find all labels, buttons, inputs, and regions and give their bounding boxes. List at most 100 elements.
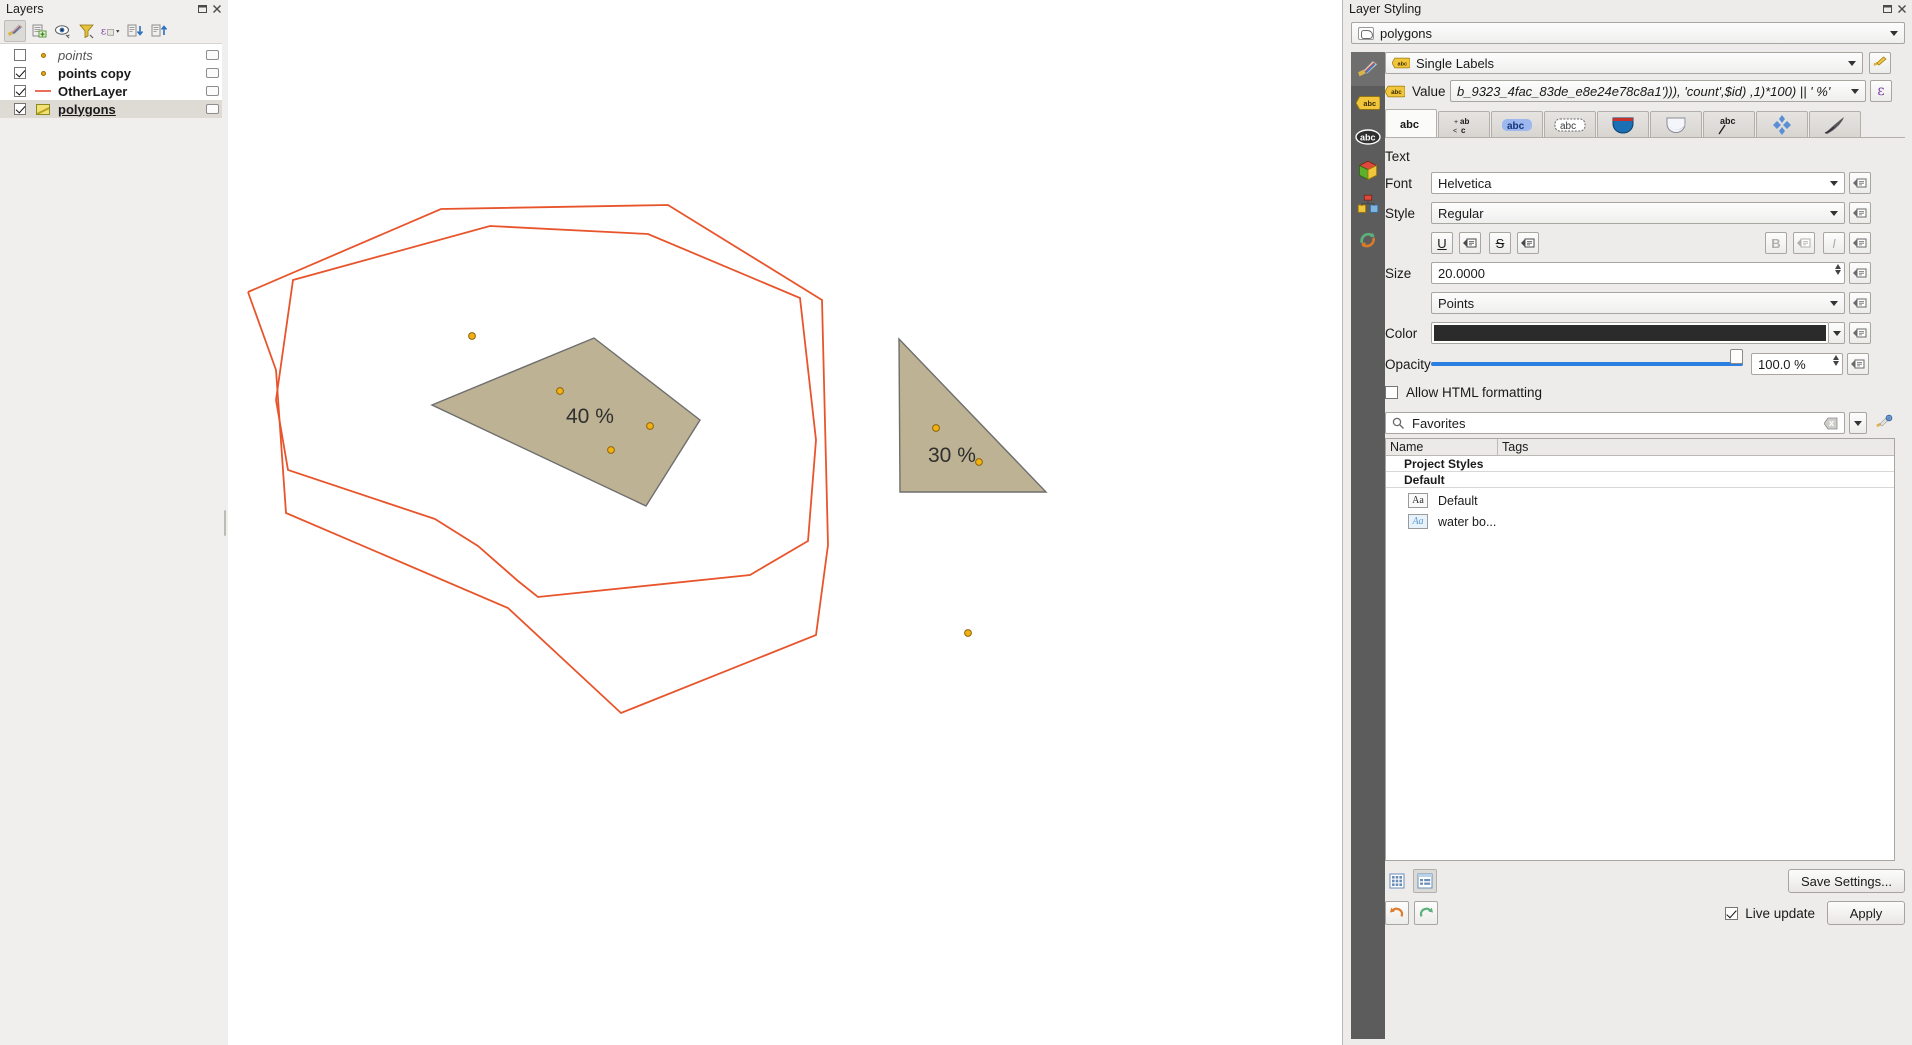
tab-shadow[interactable]	[1650, 111, 1702, 137]
undo-icon[interactable]	[1385, 901, 1409, 925]
layer-visibility-checkbox[interactable]	[14, 49, 26, 61]
layer-edit-indicator[interactable]	[206, 50, 219, 60]
styling-section-strip[interactable]: abc abc	[1351, 52, 1385, 1039]
strikethrough-button[interactable]: S	[1489, 232, 1511, 254]
color-data-defined-button[interactable]	[1849, 322, 1871, 344]
bold-data-defined-button[interactable]	[1793, 232, 1815, 254]
column-header-name[interactable]: Name	[1386, 439, 1498, 455]
italic-button[interactable]: I	[1823, 232, 1845, 254]
labeling-style-manager-button[interactable]	[1869, 52, 1891, 74]
list-view-icon[interactable]	[1413, 869, 1437, 893]
tab-callouts[interactable]: abc	[1703, 111, 1755, 137]
italic-data-defined-button[interactable]	[1849, 232, 1871, 254]
undock-icon[interactable]	[1882, 3, 1894, 15]
size-data-defined-button[interactable]	[1849, 262, 1871, 284]
map-canvas[interactable]: 40 % 30 %	[228, 0, 1342, 1045]
style-combo[interactable]: Regular	[1431, 202, 1845, 224]
layer-visibility-checkbox[interactable]	[14, 103, 26, 115]
opacity-input[interactable]: 100.0 %	[1751, 353, 1843, 375]
filter-legend-expression-icon[interactable]: ε	[100, 20, 122, 42]
color-dropdown-button[interactable]	[1829, 322, 1845, 344]
symbology-paintbrush-icon[interactable]	[1351, 52, 1385, 86]
chevron-down-icon[interactable]	[1826, 173, 1842, 193]
style-row: Style Regular	[1385, 202, 1905, 224]
opacity-stepper[interactable]	[1833, 355, 1839, 366]
manage-map-themes-icon[interactable]	[52, 20, 74, 42]
expand-all-icon[interactable]	[124, 20, 146, 42]
layers-tree[interactable]: points points copy OtherLayer polygons	[0, 44, 227, 118]
strikethrough-data-defined-button[interactable]	[1517, 232, 1539, 254]
style-group-row[interactable]: Default	[1386, 472, 1894, 488]
layer-selector-combo[interactable]: polygons	[1351, 22, 1905, 44]
opacity-slider[interactable]	[1431, 349, 1743, 373]
label-value-label: Value	[1412, 83, 1446, 99]
save-settings-button[interactable]: Save Settings...	[1787, 869, 1905, 893]
history-undo-icon[interactable]	[1351, 222, 1385, 256]
layer-edit-indicator[interactable]	[206, 68, 219, 78]
tab-background[interactable]	[1597, 111, 1649, 137]
layer-row[interactable]: OtherLayer	[0, 82, 227, 100]
style-group-row[interactable]: Project Styles	[1386, 456, 1894, 472]
underline-data-defined-button[interactable]	[1459, 232, 1481, 254]
layer-edit-indicator[interactable]	[206, 104, 219, 114]
filter-legend-icon[interactable]	[76, 20, 98, 42]
style-list-item[interactable]: Aa Default	[1386, 491, 1894, 510]
labels-abc-icon[interactable]: abc	[1351, 86, 1385, 120]
opacity-data-defined-button[interactable]	[1847, 353, 1869, 375]
chevron-down-icon[interactable]	[1826, 293, 1842, 313]
collapse-all-icon[interactable]	[148, 20, 170, 42]
chevron-down-icon[interactable]	[1826, 203, 1842, 223]
size-unit-data-defined-button[interactable]	[1849, 292, 1871, 314]
search-filter-dropdown[interactable]	[1849, 412, 1867, 434]
close-icon[interactable]	[1896, 3, 1908, 15]
search-value: Favorites	[1412, 415, 1466, 431]
layer-visibility-checkbox[interactable]	[14, 67, 26, 79]
chevron-down-icon[interactable]	[1847, 81, 1863, 101]
tab-mask[interactable]: abc	[1544, 111, 1596, 137]
size-stepper[interactable]	[1835, 264, 1841, 275]
live-update-row[interactable]: Live update	[1725, 906, 1815, 921]
font-combo[interactable]: Helvetica	[1431, 172, 1845, 194]
tab-placement[interactable]	[1756, 111, 1808, 137]
labeling-mode-combo[interactable]: abc Single Labels	[1385, 52, 1863, 74]
labeling-tabs[interactable]: abc + ab < c abc abc abc	[1385, 109, 1905, 138]
undock-icon[interactable]	[197, 3, 209, 15]
expression-editor-icon[interactable]: ε	[1870, 80, 1892, 102]
3d-view-cube-icon[interactable]	[1351, 154, 1385, 188]
masks-abc-icon[interactable]: abc	[1351, 120, 1385, 154]
layer-edit-indicator[interactable]	[206, 86, 219, 96]
live-update-checkbox[interactable]	[1725, 906, 1739, 920]
tab-formatting[interactable]: + ab < c	[1438, 111, 1490, 137]
label-value-expression-combo[interactable]: b_9323_4fac_83de_e8e24e78c8a1'))), 'coun…	[1450, 80, 1866, 102]
diagrams-icon[interactable]	[1351, 188, 1385, 222]
bold-button[interactable]: B	[1765, 232, 1787, 254]
style-list-item[interactable]: Aa water bo...	[1386, 512, 1894, 531]
font-data-defined-button[interactable]	[1849, 172, 1871, 194]
style-browser-list[interactable]: Name Tags Project Styles Default Aa Defa…	[1385, 438, 1895, 861]
layer-row[interactable]: points	[0, 46, 227, 64]
redo-icon[interactable]	[1414, 901, 1438, 925]
allow-html-checkbox[interactable]	[1385, 386, 1398, 399]
column-header-tags[interactable]: Tags	[1498, 439, 1894, 455]
apply-button[interactable]: Apply	[1827, 901, 1905, 925]
color-swatch-button[interactable]	[1431, 322, 1829, 344]
add-group-icon[interactable]	[28, 20, 50, 42]
layer-row-selected[interactable]: polygons	[0, 100, 227, 118]
chevron-down-icon[interactable]	[1844, 53, 1860, 73]
grid-view-icon[interactable]	[1385, 869, 1409, 893]
size-unit-combo[interactable]: Points	[1431, 292, 1845, 314]
tab-text[interactable]: abc	[1385, 109, 1437, 137]
style-manager-icon[interactable]	[1873, 412, 1895, 434]
search-input[interactable]: Favorites	[1385, 412, 1845, 434]
layer-visibility-checkbox[interactable]	[14, 85, 26, 97]
underline-button[interactable]: U	[1431, 232, 1453, 254]
clear-search-icon[interactable]	[1823, 417, 1838, 433]
allow-html-row[interactable]: Allow HTML formatting	[1385, 385, 1905, 400]
layer-row[interactable]: points copy	[0, 64, 227, 82]
style-data-defined-button[interactable]	[1849, 202, 1871, 224]
open-layer-styling-panel-icon[interactable]	[4, 19, 26, 42]
size-input[interactable]: 20.0000	[1431, 262, 1845, 284]
tab-rendering[interactable]	[1809, 111, 1861, 137]
chevron-down-icon[interactable]	[1886, 23, 1902, 43]
tab-buffer[interactable]: abc	[1491, 111, 1543, 137]
